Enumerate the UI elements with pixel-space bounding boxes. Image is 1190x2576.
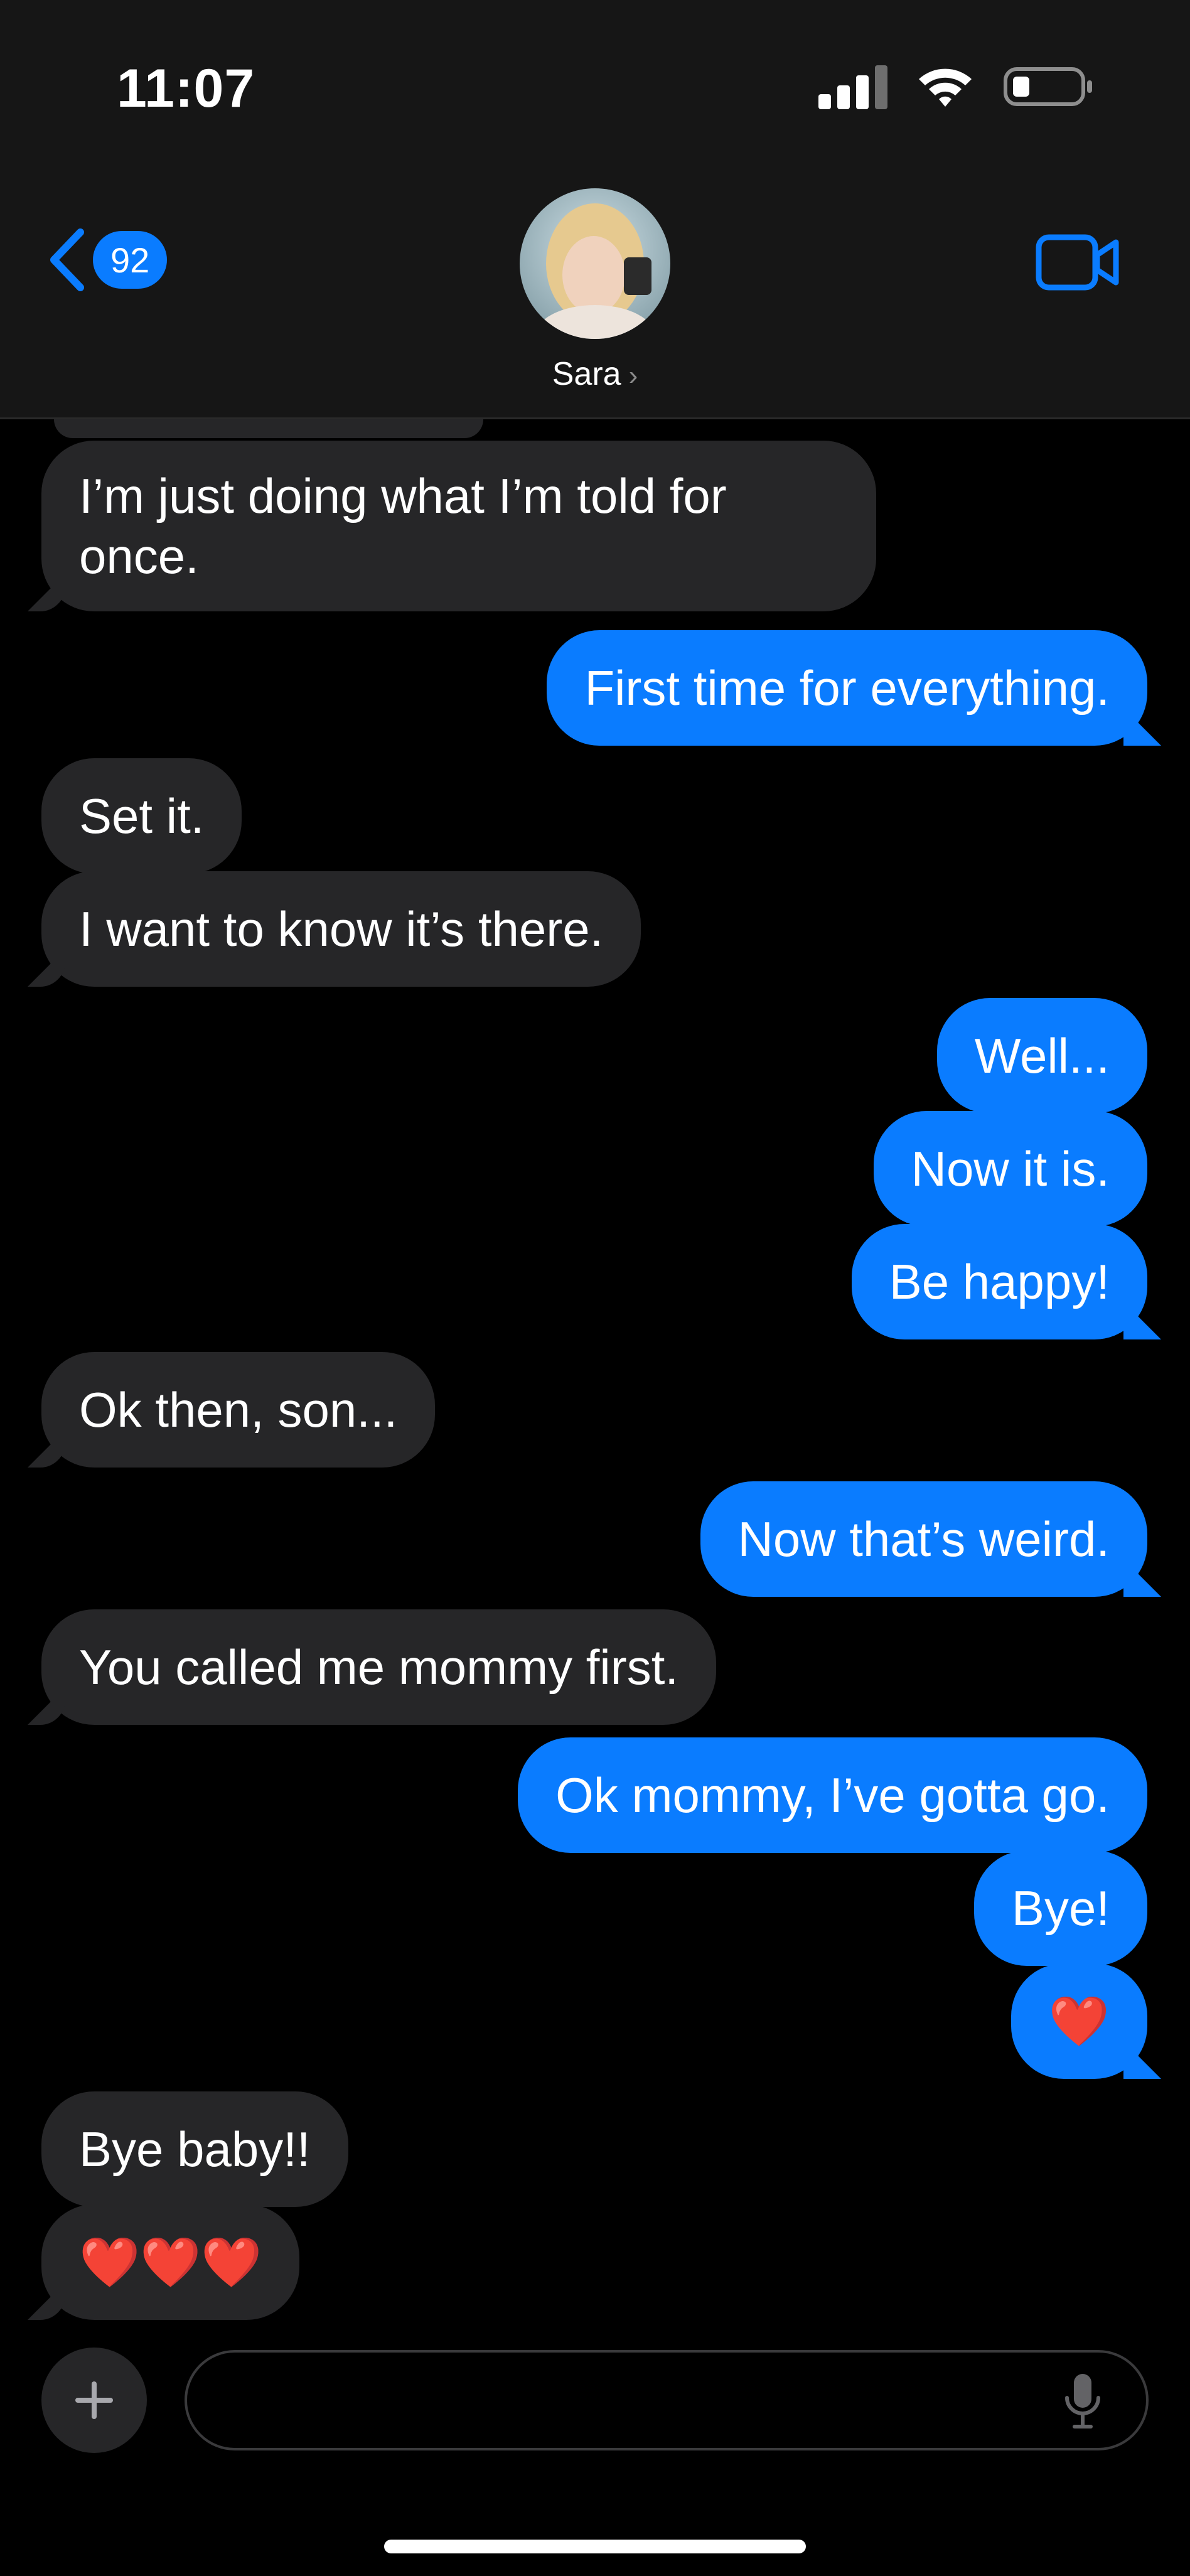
message-text: ❤️	[1048, 1994, 1110, 2049]
message-text: Be happy!	[889, 1254, 1110, 1309]
facetime-video-button[interactable]	[1036, 233, 1121, 294]
message-bubble-outgoing[interactable]: ❤️	[1010, 1963, 1147, 2079]
apps-plus-button[interactable]	[41, 2348, 147, 2453]
wifi-icon	[919, 68, 972, 107]
message-input[interactable]	[218, 2353, 1037, 2449]
message-bubble-outgoing[interactable]: Now it is.	[873, 1111, 1147, 1226]
dictation-button[interactable]	[1063, 2371, 1102, 2435]
message-text: Ok then, son...	[79, 1382, 398, 1437]
chevron-right-icon: ›	[628, 360, 638, 391]
message-bubble-outgoing[interactable]: Be happy!	[851, 1224, 1147, 1339]
message-text: First time for everything.	[584, 660, 1110, 716]
message-bubble-outgoing[interactable]: Now that’s weird.	[700, 1481, 1147, 1597]
message-bubble-incoming[interactable]: Ok then, son...	[41, 1352, 436, 1468]
avatar[interactable]	[520, 188, 670, 339]
cellular-signal-icon	[818, 64, 887, 109]
message-list[interactable]: I’m just doing what I’m told for once. F…	[0, 419, 1190, 2334]
message-bubble-incoming[interactable]: Bye baby!!	[41, 2091, 348, 2207]
home-indicator[interactable]	[384, 2540, 806, 2553]
message-bubble-incoming[interactable]: I want to know it’s there.	[41, 871, 641, 987]
message-bubble-partial	[54, 419, 483, 438]
status-time: 11:07	[117, 58, 255, 119]
message-text: I’m just doing what I’m told for once.	[79, 468, 727, 584]
message-text: Now it is.	[911, 1141, 1110, 1196]
back-button[interactable]: 92	[48, 227, 168, 292]
conversation-header: 11:07 92 Sara ›	[0, 0, 1190, 419]
message-text: Bye baby!!	[79, 2122, 311, 2177]
message-text: Well...	[974, 1028, 1110, 1083]
message-bubble-incoming[interactable]: Set it.	[41, 758, 242, 874]
battery-icon	[1004, 67, 1092, 106]
message-text: Set it.	[79, 788, 205, 844]
video-camera-icon	[1036, 234, 1119, 291]
message-text: You called me mommy first.	[79, 1640, 679, 1695]
message-text: Bye!	[1011, 1881, 1110, 1936]
message-bubble-outgoing[interactable]: First time for everything.	[547, 630, 1147, 746]
message-bubble-outgoing[interactable]: Well...	[936, 998, 1147, 1114]
status-icons	[818, 62, 1095, 112]
microphone-icon	[1065, 2374, 1100, 2428]
message-bubble-incoming[interactable]: You called me mommy first.	[41, 1609, 717, 1725]
message-text: Ok mommy, I’ve gotta go.	[555, 1768, 1110, 1823]
message-bubble-incoming[interactable]: I’m just doing what I’m told for once.	[41, 441, 876, 611]
chevron-left-icon	[50, 228, 84, 291]
message-bubble-outgoing[interactable]: Bye!	[973, 1850, 1147, 1966]
plus-icon	[75, 2381, 113, 2419]
message-text: Now that’s weird.	[737, 1511, 1110, 1567]
message-text: ❤️❤️❤️	[79, 2235, 262, 2290]
message-bubble-outgoing[interactable]: Ok mommy, I’ve gotta go.	[518, 1737, 1147, 1853]
message-text: I want to know it’s there.	[79, 901, 604, 957]
message-input-field[interactable]	[185, 2350, 1149, 2450]
contact-name-button[interactable]: Sara ›	[0, 355, 1190, 393]
message-bubble-incoming[interactable]: ❤️❤️❤️	[41, 2204, 300, 2320]
contact-name: Sara	[552, 356, 621, 392]
unread-count-badge: 92	[93, 231, 168, 289]
